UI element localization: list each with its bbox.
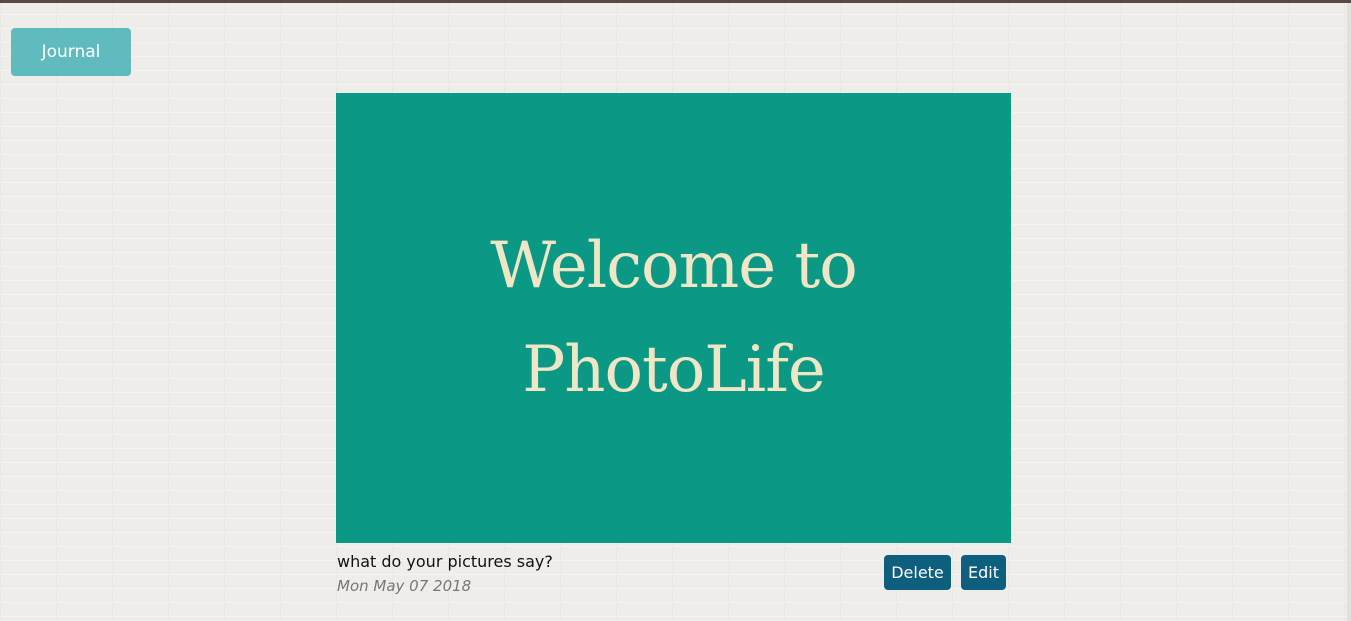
entry-caption: what do your pictures say? <box>337 552 553 571</box>
edit-button[interactable]: Edit <box>961 555 1006 590</box>
entry-date: Mon May 07 2018 <box>337 577 472 595</box>
photo-title-text: Welcome to PhotoLife <box>490 214 857 422</box>
top-border <box>0 0 1351 3</box>
journal-button[interactable]: Journal <box>11 28 131 76</box>
photo-title-line-1: Welcome to <box>490 229 857 303</box>
delete-button[interactable]: Delete <box>884 555 951 590</box>
photo-title-line-2: PhotoLife <box>522 333 826 407</box>
entry-photo: Welcome to PhotoLife <box>336 93 1011 543</box>
scrollbar-track[interactable] <box>1347 3 1351 621</box>
